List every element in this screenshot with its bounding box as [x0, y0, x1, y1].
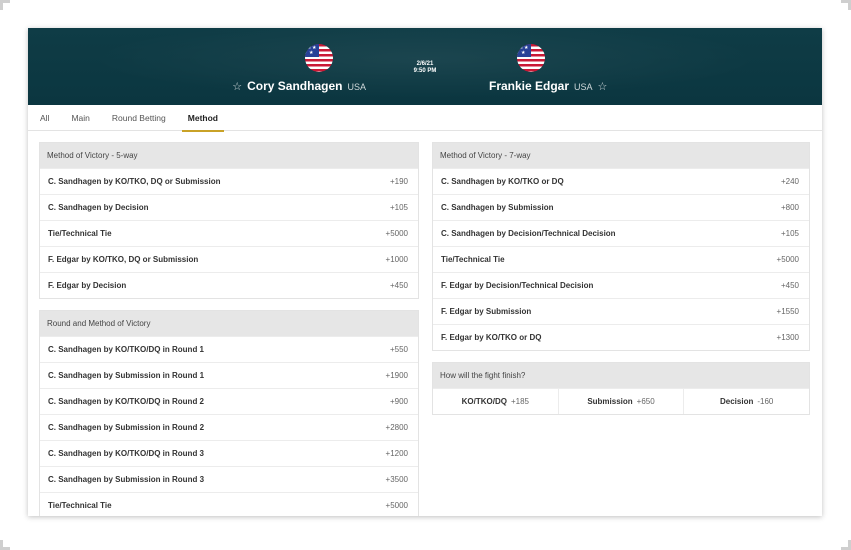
- odds-value: +2800: [385, 423, 408, 432]
- odds-value: +105: [780, 229, 799, 238]
- selection-label: F. Edgar by KO/TKO or DQ: [441, 333, 542, 342]
- bet-row[interactable]: F. Edgar by Submission +1550: [433, 298, 809, 324]
- event-datetime: 2/6/21 9:50 PM: [28, 61, 822, 75]
- market-title: Method of Victory - 5-way: [40, 143, 418, 168]
- fighter-left: ☆ Cory Sandhagen USA: [232, 79, 366, 93]
- bet-row[interactable]: C. Sandhagen by Submission in Round 1 +19…: [40, 362, 418, 388]
- market-round-and-method: Round and Method of Victory C. Sandhagen…: [39, 310, 419, 516]
- favorite-star-icon[interactable]: ☆: [232, 80, 242, 93]
- selection-label: F. Edgar by Decision/Technical Decision: [441, 281, 594, 290]
- selection-label: F. Edgar by Decision: [48, 281, 127, 290]
- frame-corner: [841, 0, 851, 10]
- odds-value: +5000: [385, 229, 408, 238]
- market-method-7-way: Method of Victory - 7-way C. Sandhagen b…: [432, 142, 810, 351]
- tab-method[interactable]: Method: [181, 105, 225, 132]
- market-tabs: All Main Round Betting Method: [28, 105, 822, 132]
- odds-value: +1000: [385, 255, 408, 264]
- selection-label: C. Sandhagen by KO/TKO, DQ or Submission: [48, 177, 221, 186]
- selection-label: Tie/Technical Tie: [441, 255, 505, 264]
- bet-row[interactable]: C. Sandhagen by KO/TKO or DQ +240: [433, 168, 809, 194]
- fighter-left-country: USA: [347, 82, 366, 92]
- odds-value: +1300: [776, 333, 799, 342]
- odds-value: +650: [636, 397, 655, 406]
- selection-label: C. Sandhagen by Submission in Round 3: [48, 475, 205, 484]
- selection-label: F. Edgar by KO/TKO, DQ or Submission: [48, 255, 199, 264]
- event-time: 9:50 PM: [413, 68, 437, 74]
- odds-value: +550: [389, 345, 408, 354]
- selection-label: KO/TKO/DQ: [461, 397, 507, 406]
- selection-label: C. Sandhagen by KO/TKO/DQ in Round 2: [48, 397, 205, 406]
- odds-value: -160: [757, 397, 774, 406]
- odds-value: +185: [510, 397, 530, 406]
- right-column: Method of Victory - 7-way C. Sandhagen b…: [432, 142, 810, 426]
- odds-value: +5000: [776, 255, 799, 264]
- selection-label: C. Sandhagen by Submission in Round 2: [48, 423, 205, 432]
- selection-label: C. Sandhagen by Decision: [48, 203, 149, 212]
- selection-label: Tie/Technical Tie: [48, 501, 112, 510]
- market-title: How will the fight finish?: [433, 363, 809, 388]
- selection-label: Decision: [720, 397, 754, 406]
- fighter-left-name: Cory Sandhagen: [247, 79, 343, 93]
- odds-value: +450: [780, 281, 799, 290]
- bet-row[interactable]: Tie/Technical Tie +5000: [433, 246, 809, 272]
- selection-label: Submission: [587, 397, 633, 406]
- market-title: Method of Victory - 7-way: [433, 143, 809, 168]
- tab-round-betting[interactable]: Round Betting: [112, 105, 166, 131]
- odds-value: +1900: [385, 371, 408, 380]
- finish-option-decision[interactable]: Decision -160: [684, 389, 809, 414]
- finish-option-submission[interactable]: Submission +650: [559, 389, 685, 414]
- odds-value: +240: [780, 177, 799, 186]
- odds-value: +5000: [385, 501, 408, 510]
- odds-value: +1200: [385, 449, 408, 458]
- bet-row[interactable]: C. Sandhagen by Submission in Round 2 +28…: [40, 414, 418, 440]
- fighter-right-country: USA: [574, 82, 593, 92]
- favorite-star-icon[interactable]: ☆: [598, 80, 608, 93]
- bet-row[interactable]: C. Sandhagen by KO/TKO/DQ in Round 3 +120…: [40, 440, 418, 466]
- market-title: Round and Method of Victory: [40, 311, 418, 336]
- bet-row[interactable]: C. Sandhagen by Submission +800: [433, 194, 809, 220]
- odds-value: +900: [389, 397, 408, 406]
- fighter-right-name: Frankie Edgar: [489, 79, 570, 93]
- bet-row[interactable]: Tie/Technical Tie +5000: [40, 220, 418, 246]
- bet-row[interactable]: F. Edgar by KO/TKO or DQ +1300: [433, 324, 809, 350]
- bet-row[interactable]: F. Edgar by Decision/Technical Decision +…: [433, 272, 809, 298]
- left-column: Method of Victory - 5-way C. Sandhagen b…: [39, 142, 419, 516]
- odds-value: +3500: [385, 475, 408, 484]
- frame-corner: [0, 0, 10, 10]
- bet-row[interactable]: C. Sandhagen by Decision +105: [40, 194, 418, 220]
- market-method-5-way: Method of Victory - 5-way C. Sandhagen b…: [39, 142, 419, 299]
- bet-row[interactable]: C. Sandhagen by Submission in Round 3 +35…: [40, 466, 418, 492]
- odds-value: +1550: [776, 307, 799, 316]
- selection-label: C. Sandhagen by KO/TKO or DQ: [441, 177, 564, 186]
- odds-value: +450: [389, 281, 408, 290]
- event-card: ★ ★ ★ ★ ★ ★ ☆ Cory Sandhagen USA 2/6/21 9:50…: [28, 28, 822, 516]
- selection-label: C. Sandhagen by Decision/Technical Decis…: [441, 229, 616, 238]
- tab-main[interactable]: Main: [71, 105, 89, 131]
- finish-options: KO/TKO/DQ +185 Submission +650 Decision -16…: [433, 388, 809, 414]
- frame-corner: [841, 540, 851, 550]
- selection-label: F. Edgar by Submission: [441, 307, 532, 316]
- bet-row[interactable]: C. Sandhagen by KO/TKO, DQ or Submission…: [40, 168, 418, 194]
- selection-label: Tie/Technical Tie: [48, 229, 112, 238]
- bet-row[interactable]: Tie/Technical Tie +5000: [40, 492, 418, 516]
- odds-value: +800: [780, 203, 799, 212]
- event-date: 2/6/21: [416, 61, 434, 67]
- bet-row[interactable]: C. Sandhagen by Decision/Technical Decis…: [433, 220, 809, 246]
- market-fight-finish: How will the fight finish? KO/TKO/DQ +185…: [432, 362, 810, 415]
- bet-row[interactable]: F. Edgar by KO/TKO, DQ or Submission +100…: [40, 246, 418, 272]
- frame-corner: [0, 540, 10, 550]
- odds-value: +190: [389, 177, 408, 186]
- selection-label: C. Sandhagen by KO/TKO/DQ in Round 3: [48, 449, 205, 458]
- odds-value: +105: [389, 203, 408, 212]
- selection-label: C. Sandhagen by Submission in Round 1: [48, 371, 205, 380]
- selection-label: C. Sandhagen by KO/TKO/DQ in Round 1: [48, 345, 205, 354]
- tab-all[interactable]: All: [40, 105, 49, 131]
- bet-row[interactable]: F. Edgar by Decision +450: [40, 272, 418, 298]
- fighter-right: Frankie Edgar USA ☆: [489, 79, 607, 93]
- selection-label: C. Sandhagen by Submission: [441, 203, 554, 212]
- bet-row[interactable]: C. Sandhagen by KO/TKO/DQ in Round 2 +900: [40, 388, 418, 414]
- bet-row[interactable]: C. Sandhagen by KO/TKO/DQ in Round 1 +550: [40, 336, 418, 362]
- finish-option-ko[interactable]: KO/TKO/DQ +185: [433, 389, 559, 414]
- event-header: ★ ★ ★ ★ ★ ★ ☆ Cory Sandhagen USA 2/6/21 9:50…: [28, 28, 822, 105]
